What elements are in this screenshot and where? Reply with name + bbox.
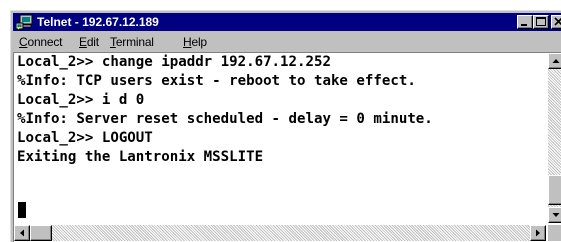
- terminal-line: Local_2>> change ipaddr 192.67.12.252: [17, 54, 331, 70]
- horizontal-scroll-thumb[interactable]: [30, 225, 52, 241]
- arrow-left-icon: [20, 229, 24, 237]
- terminal-line: Local_2>> LOGOUT: [17, 130, 153, 146]
- menu-bar: Connect Edit Terminal Help: [13, 32, 561, 51]
- terminal-line: %Info: Server reset scheduled - delay = …: [17, 111, 433, 127]
- close-icon: [554, 17, 561, 26]
- terminal-frame: Local_2>> change ipaddr 192.67.12.252 %I…: [13, 52, 561, 242]
- terminal-line: %Info: TCP users exist - reboot to take …: [17, 73, 416, 89]
- maximize-button[interactable]: [533, 15, 549, 29]
- terminal-line: Exiting the Lantronix MSSLITE: [17, 149, 264, 165]
- minimize-icon: [521, 24, 527, 26]
- vertical-scrollbar[interactable]: [548, 53, 561, 223]
- terminal-screen[interactable]: Local_2>> change ipaddr 192.67.12.252 %I…: [14, 53, 546, 223]
- close-button[interactable]: [551, 15, 561, 29]
- arrow-up-icon: [552, 59, 560, 63]
- menu-help[interactable]: Help: [183, 34, 207, 50]
- terminal-line: Local_2>> i d 0: [17, 92, 145, 108]
- arrow-right-icon: [536, 229, 540, 237]
- scroll-right-button[interactable]: [530, 225, 546, 241]
- horizontal-scrollbar[interactable]: [14, 225, 546, 241]
- size-grip[interactable]: [548, 225, 561, 241]
- scroll-left-button[interactable]: [14, 225, 30, 241]
- arrow-down-icon: [552, 213, 560, 217]
- telnet-computer-icon[interactable]: [15, 14, 33, 30]
- minimize-button[interactable]: [517, 15, 533, 29]
- vertical-scroll-thumb[interactable]: [548, 175, 561, 205]
- menu-connect[interactable]: Connect: [19, 34, 63, 50]
- telnet-window: Telnet - 192.67.12.189 Connect Edit Term…: [10, 10, 561, 242]
- window-title: Telnet - 192.67.12.189: [37, 15, 159, 29]
- maximize-icon: [536, 17, 546, 26]
- text-cursor: [18, 202, 26, 218]
- scroll-down-button[interactable]: [548, 207, 561, 223]
- menu-terminal[interactable]: Terminal: [110, 34, 154, 50]
- scroll-up-button[interactable]: [548, 53, 561, 69]
- menu-edit[interactable]: Edit: [79, 34, 99, 50]
- title-bar[interactable]: Telnet - 192.67.12.189: [13, 13, 561, 31]
